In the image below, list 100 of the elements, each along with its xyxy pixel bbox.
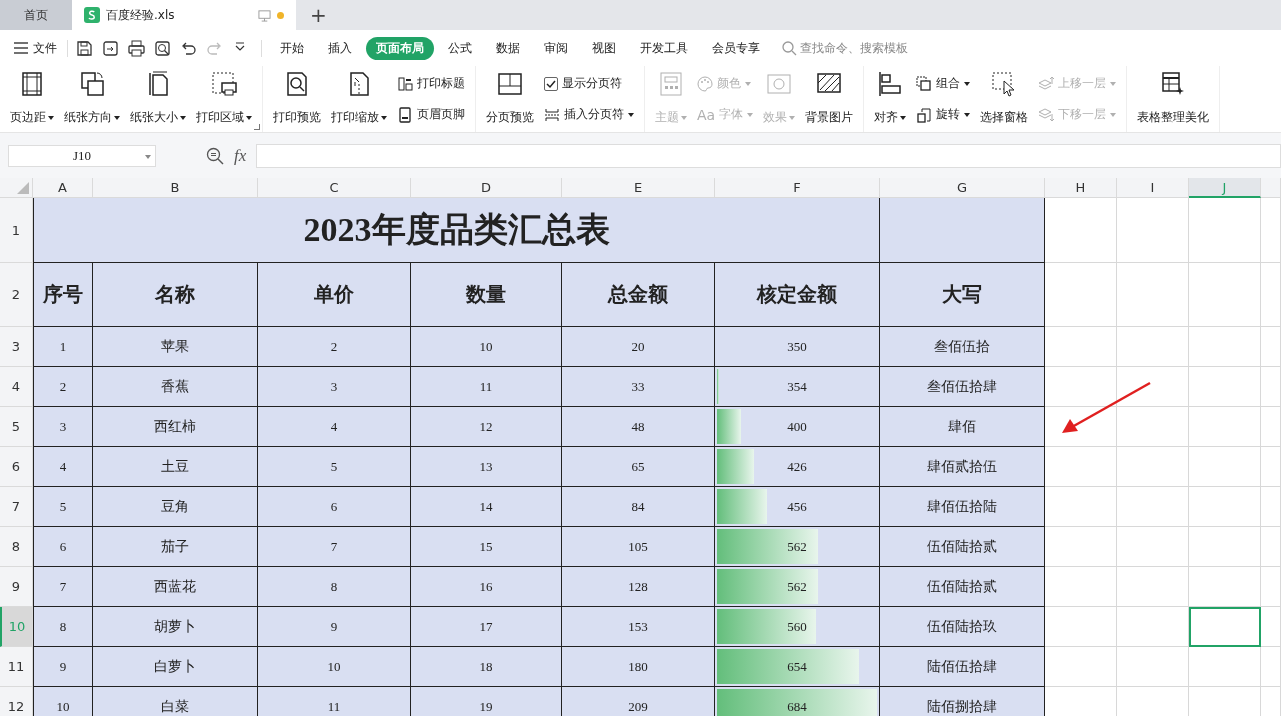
monitor-icon[interactable]	[258, 8, 271, 22]
table-cell: 肆佰	[948, 417, 976, 436]
zoom-icon[interactable]	[206, 146, 224, 165]
ribbon-button[interactable]: 旋转	[914, 104, 973, 125]
ribbon-tab[interactable]: 插入	[318, 36, 362, 60]
row-header[interactable]: 6	[0, 447, 33, 487]
ribbon-tab[interactable]: 数据	[486, 36, 530, 60]
table-cell: 105	[628, 538, 648, 555]
save-icon[interactable]	[76, 39, 93, 57]
table-cell: 1	[59, 338, 67, 355]
caret-icon	[180, 115, 186, 120]
ribbon-button[interactable]: 打印缩放	[327, 66, 391, 132]
caret-icon	[745, 81, 751, 86]
ribbon-button[interactable]: 选择窗格	[976, 66, 1033, 132]
row-header[interactable]: 8	[0, 527, 33, 567]
table-cell: 15	[479, 538, 493, 555]
name-box[interactable]: J10	[8, 144, 156, 167]
file-tab[interactable]: 百度经验.xls	[72, 0, 296, 30]
table-cell: 叁佰伍拾肆	[927, 377, 997, 396]
function-label[interactable]: fx	[234, 145, 247, 166]
select-all-corner[interactable]	[0, 178, 33, 198]
table-cell: 胡萝卜	[154, 617, 196, 636]
table-cell: 16	[479, 578, 493, 595]
ribbon-tab[interactable]: 审阅	[534, 36, 578, 60]
row-header[interactable]: 3	[0, 327, 33, 367]
ribbon-tab[interactable]: 会员专享	[702, 36, 770, 60]
row-header[interactable]: 2	[0, 263, 33, 327]
column-header[interactable]: C	[258, 178, 411, 198]
ribbon-button[interactable]: 打印预览	[269, 66, 325, 132]
preview-icon[interactable]	[154, 39, 171, 57]
columns-icon	[496, 70, 524, 98]
rotate-icon	[916, 106, 933, 123]
ribbon-button[interactable]: 表格整理美化	[1133, 66, 1214, 132]
table-cell: 10	[479, 338, 493, 355]
new-tab-button[interactable]: +	[296, 0, 341, 30]
row-header[interactable]: 11	[0, 647, 33, 687]
ribbon-button[interactable]: 分页预览	[482, 66, 538, 132]
ribbon-tab[interactable]: 开发工具	[630, 36, 698, 60]
table-cell: 3	[330, 378, 338, 395]
table-cell: 180	[628, 658, 648, 675]
column-header[interactable]: G	[880, 178, 1045, 198]
ribbon-button[interactable]: 组合	[914, 73, 973, 94]
layers-icon	[1038, 75, 1055, 92]
caret-icon	[789, 115, 796, 120]
column-header[interactable]: E	[562, 178, 715, 198]
row-header[interactable]: 7	[0, 487, 33, 527]
table-cell: 4	[59, 458, 67, 475]
table-cell: 426	[787, 458, 807, 475]
layers-icon	[1038, 106, 1055, 123]
spreadsheet-icon	[84, 7, 100, 23]
file-menu[interactable]: 文件	[14, 39, 68, 57]
ribbon-button[interactable]: 对齐	[870, 66, 911, 132]
ribbon-button[interactable]: 页边距	[6, 66, 58, 132]
column-header[interactable]: H	[1045, 178, 1117, 198]
ribbon-tab[interactable]: 公式	[438, 36, 482, 60]
row-header[interactable]: 9	[0, 567, 33, 607]
table-cell: 65	[631, 458, 645, 475]
table-cell: 白菜	[161, 697, 189, 716]
search-field[interactable]: 查找命令、搜索模板	[782, 39, 908, 57]
table-cell: 5	[59, 498, 67, 515]
row-header[interactable]: 4	[0, 367, 33, 407]
caret-icon	[1110, 81, 1117, 86]
table-title: 2023年度品类汇总表	[33, 198, 880, 263]
column-header[interactable]: A	[33, 178, 93, 198]
print-icon[interactable]	[128, 39, 145, 57]
table-cell: 伍佰陆拾贰	[927, 537, 997, 556]
checkbox-option[interactable]: 显示分页符	[542, 73, 636, 94]
ribbon-button[interactable]: 纸张方向	[60, 66, 124, 132]
ribbon-button[interactable]: 打印标题	[395, 73, 467, 94]
ribbon-tab[interactable]: 视图	[582, 36, 626, 60]
column-header[interactable]: D	[411, 178, 562, 198]
table-cell: 肆佰贰拾伍	[927, 457, 997, 476]
table-cell: 560	[787, 618, 807, 635]
ribbon-tab[interactable]: 开始	[270, 36, 314, 60]
column-header[interactable]: F	[715, 178, 880, 198]
table-cell: 48	[631, 418, 645, 435]
column-header[interactable]: I	[1117, 178, 1189, 198]
ribbon-button[interactable]: 打印区域	[192, 66, 256, 132]
column-header[interactable]	[1261, 178, 1281, 198]
home-tab[interactable]: 首页	[0, 0, 72, 30]
table-cell: 7	[59, 578, 67, 595]
dialog-launcher-icon[interactable]	[254, 124, 260, 130]
row-header[interactable]: 5	[0, 407, 33, 447]
table-cell: 684	[787, 698, 807, 715]
table-cell: 叁佰伍拾	[934, 337, 990, 356]
ribbon-button[interactable]: 纸张大小	[126, 66, 190, 132]
row-header[interactable]: 1	[0, 198, 33, 263]
table-cell: 西蓝花	[154, 577, 196, 596]
column-header[interactable]: B	[93, 178, 258, 198]
ribbon-button[interactable]: 插入分页符	[542, 104, 636, 125]
formula-input[interactable]	[256, 143, 1281, 168]
cell-cursor[interactable]	[1189, 607, 1261, 647]
caret-icon	[964, 112, 971, 117]
table-cell: 84	[631, 498, 645, 515]
export-icon[interactable]	[102, 39, 119, 57]
checkbox[interactable]	[544, 76, 558, 91]
table-cell: 7	[330, 538, 338, 555]
ribbon-button[interactable]: 页眉页脚	[395, 104, 467, 125]
row-header[interactable]: 12	[0, 687, 33, 716]
ribbon-button[interactable]: 背景图片	[801, 66, 858, 132]
